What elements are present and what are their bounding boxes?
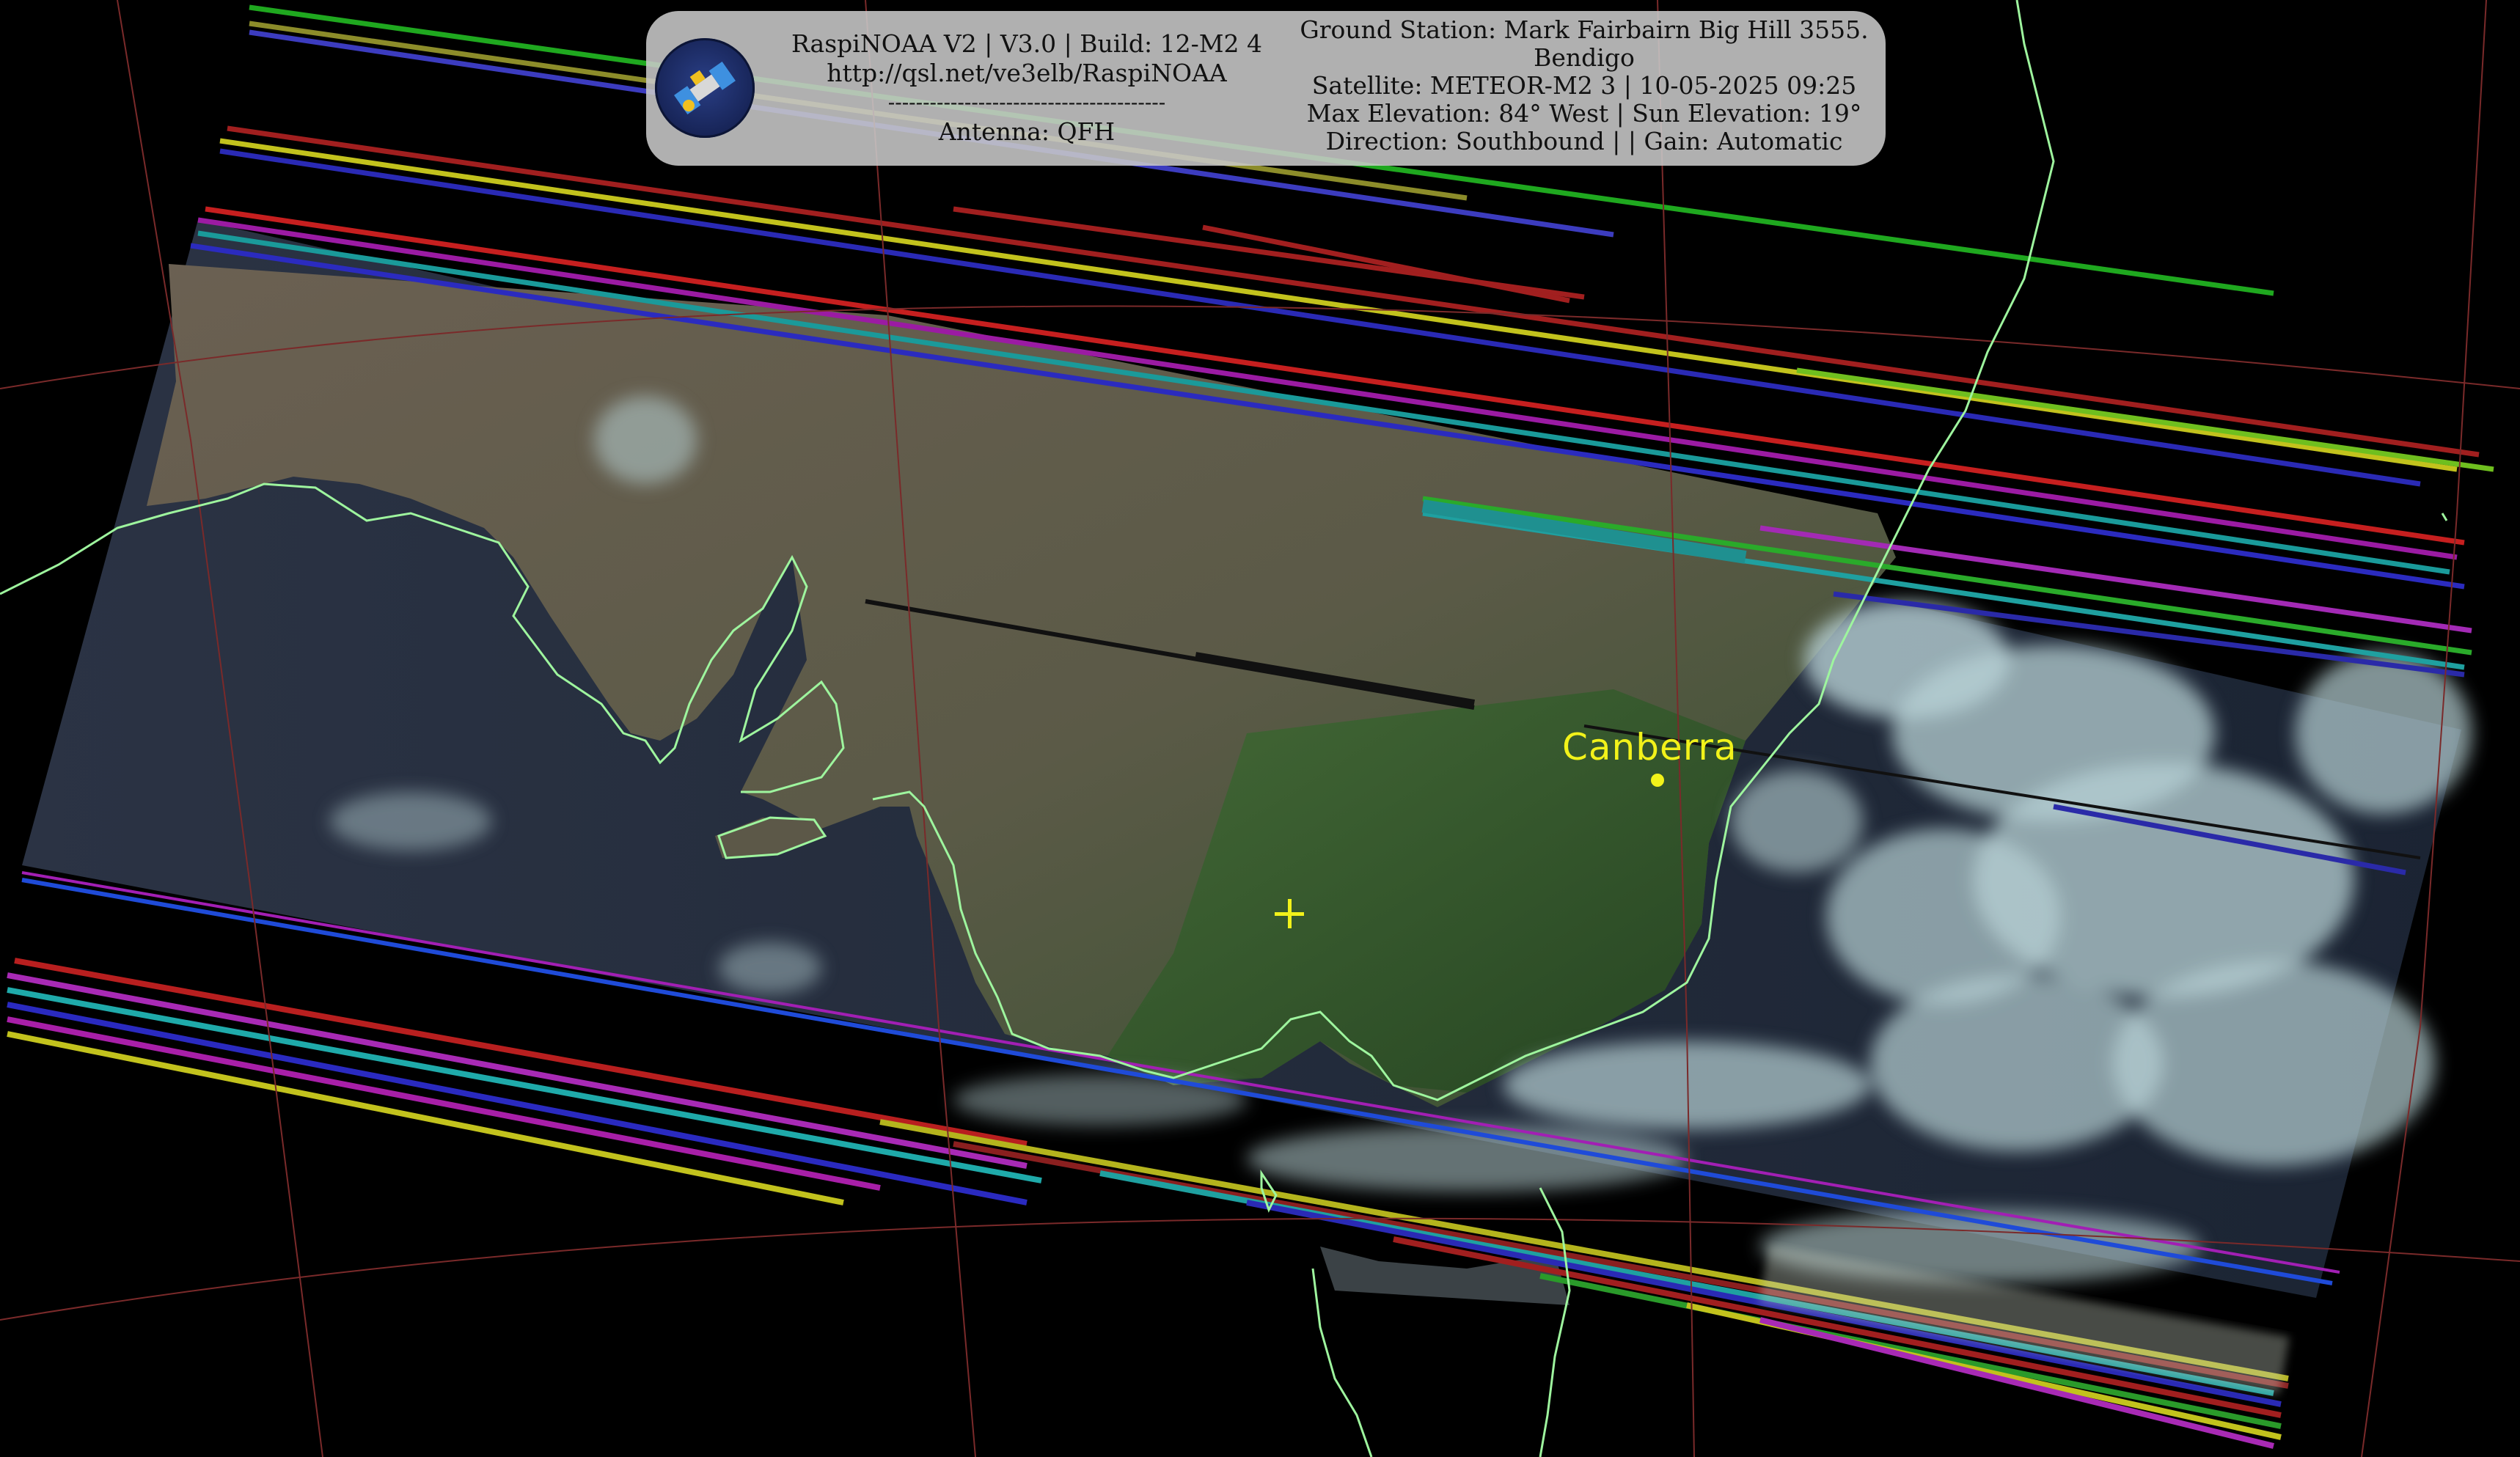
station-city-line: Bendigo (1534, 43, 1635, 72)
version-line: RaspiNOAA V2 | V3.0 | Build: 12-M2 4 (791, 29, 1263, 58)
direction-line: Direction: Southbound | | Gain: Automati… (1325, 127, 1843, 155)
satellite-image (0, 0, 2520, 1457)
station-cross-icon (1275, 899, 1304, 928)
header-right: Ground Station: Mark Fairbairn Big Hill … (1280, 16, 1889, 155)
ground-station-line: Ground Station: Mark Fairbairn Big Hill … (1300, 15, 1869, 44)
satellite-logo-icon (655, 38, 755, 138)
city-label: Canberra (1562, 726, 1737, 768)
elevation-line: Max Elevation: 84° West | Sun Elevation:… (1306, 99, 1862, 128)
antenna-line: Antenna: QFH (938, 117, 1116, 146)
satellite-line: Satellite: METEOR-M2 3 | 10-05-2025 09:2… (1311, 71, 1857, 100)
url-line: http://qsl.net/ve3elb/RaspiNOAA (827, 59, 1227, 87)
city-dot-icon (1651, 774, 1664, 787)
separator-line: ---------------------------------------- (887, 90, 1166, 114)
header-left: RaspiNOAA V2 | V3.0 | Build: 12-M2 4 htt… (755, 29, 1298, 147)
